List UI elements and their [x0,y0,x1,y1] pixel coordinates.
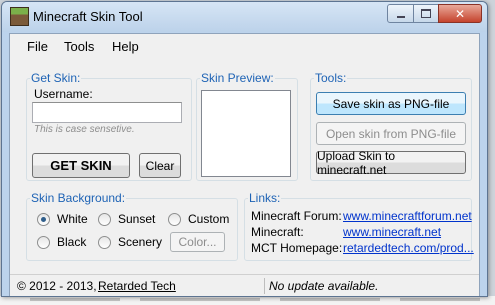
radio-icon [168,212,181,226]
maximize-button[interactable] [413,4,439,23]
radio-black[interactable]: Black [37,235,86,249]
link-label-homepage: MCT Homepage: [251,241,343,255]
get-skin-legend: Get Skin: [31,71,81,85]
skin-background-legend: Skin Background: [31,191,126,205]
background-text-line [0,296,495,305]
minecraft-block-icon [10,7,29,26]
case-hint: This is case sensetive. [34,124,135,135]
color-button[interactable]: Color... [170,232,225,252]
link-minecraft-forum[interactable]: www.minecraftforum.net [343,209,472,223]
minimize-icon [396,15,405,18]
skin-preview-legend: Skin Preview: [201,71,274,85]
radio-icon [98,235,111,249]
username-input[interactable] [32,102,182,123]
update-status: No update available. [269,279,379,293]
radio-selected-icon [37,212,50,226]
link-minecraft[interactable]: www.minecraft.net [343,225,441,239]
client-area: File Tools Help Get Skin: Username: This… [9,33,480,296]
username-label: Username: [34,87,93,101]
radio-white[interactable]: White [37,212,88,226]
radio-scenery[interactable]: Scenery [98,235,162,249]
radio-white-label: White [57,212,88,226]
title-bar: Minecraft Skin Tool ✕ [2,2,487,32]
get-skin-button[interactable]: GET SKIN [32,153,130,178]
menu-bar: File Tools Help [10,34,479,58]
maximize-icon [421,9,431,18]
radio-sunset-label: Sunset [118,212,156,226]
radio-black-label: Black [57,235,87,249]
minimize-button[interactable] [387,4,414,23]
radio-sunset[interactable]: Sunset [98,212,155,226]
menu-file[interactable]: File [27,39,48,54]
radio-scenery-label: Scenery [118,235,163,249]
radio-icon [98,212,111,226]
menu-tools[interactable]: Tools [64,39,94,54]
radio-icon [37,235,50,249]
radio-custom[interactable]: Custom [168,212,229,226]
skin-preview-image [201,90,291,177]
company-link[interactable]: Retarded Tech [98,279,176,293]
menu-help[interactable]: Help [112,39,139,54]
link-label-minecraft: Minecraft: [251,225,304,239]
tools-legend: Tools: [315,71,347,85]
save-png-button[interactable]: Save skin as PNG-file [316,92,466,115]
status-bar: © 2012 - 2013, Retarded Tech No update a… [10,274,479,296]
upload-skin-button[interactable]: Upload Skin to minecraft.net [316,149,466,177]
app-window: Minecraft Skin Tool ✕ File Tools Help Ge… [1,1,488,297]
close-icon: ✕ [454,6,466,21]
radio-custom-label: Custom [188,212,230,226]
clear-button[interactable]: Clear [139,153,181,178]
link-mct-homepage[interactable]: retardedtech.com/prod... [343,241,474,255]
window-title: Minecraft Skin Tool [33,9,143,24]
open-png-button[interactable]: Open skin from PNG-file [316,122,466,145]
status-separator [264,278,265,294]
copyright-text: © 2012 - 2013, [17,279,97,293]
links-legend: Links: [249,191,281,205]
close-button[interactable]: ✕ [438,4,482,23]
link-label-forum: Minecraft Forum: [251,209,342,223]
